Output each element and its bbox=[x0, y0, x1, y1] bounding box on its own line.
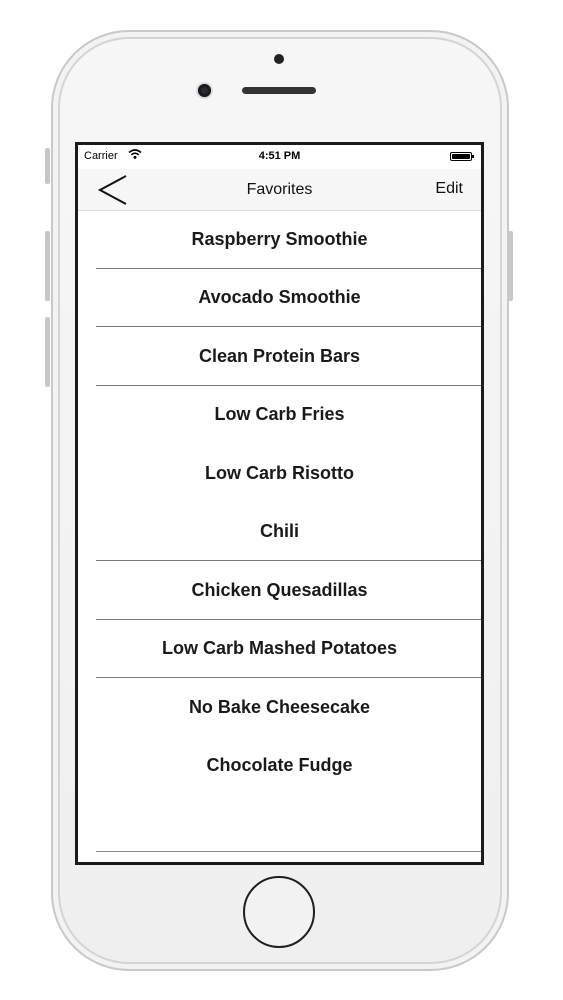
list-item[interactable]: Low Carb Fries bbox=[78, 386, 481, 445]
list-item[interactable]: Raspberry Smoothie bbox=[78, 210, 481, 269]
page-title: Favorites bbox=[246, 181, 313, 198]
list-item[interactable]: Chicken Quesadillas bbox=[78, 561, 481, 620]
power-button bbox=[508, 231, 513, 301]
list-divider bbox=[96, 851, 481, 852]
silent-switch bbox=[45, 148, 50, 184]
volume-down-button bbox=[45, 317, 50, 387]
list-item[interactable]: Low Carb Risotto bbox=[78, 444, 481, 503]
list-item[interactable]: Chili bbox=[78, 503, 481, 562]
status-time: 4:51 PM bbox=[258, 150, 301, 162]
home-button[interactable] bbox=[243, 876, 315, 948]
list-item[interactable]: No Bake Cheesecake bbox=[78, 678, 481, 737]
list-item[interactable]: Avocado Smoothie bbox=[78, 269, 481, 328]
list-item[interactable]: Low Carb Mashed Potatoes bbox=[78, 620, 481, 679]
navigation-bar: Favorites Edit bbox=[78, 169, 481, 211]
list-item[interactable]: Chocolate Fudge bbox=[78, 737, 481, 796]
edit-button[interactable]: Edit bbox=[435, 180, 463, 198]
proximity-sensor bbox=[274, 54, 284, 64]
volume-up-button bbox=[45, 231, 50, 301]
earpiece-speaker bbox=[242, 87, 316, 94]
list-item[interactable]: Clean Protein Bars bbox=[78, 327, 481, 386]
status-bar: Carrier 4:51 PM bbox=[78, 145, 481, 169]
front-camera bbox=[198, 84, 211, 97]
favorites-list: Raspberry Smoothie Avocado Smoothie Clea… bbox=[78, 210, 481, 795]
screen: Carrier 4:51 PM Favorites Edit Raspberry… bbox=[75, 142, 484, 865]
battery-icon bbox=[450, 152, 474, 161]
